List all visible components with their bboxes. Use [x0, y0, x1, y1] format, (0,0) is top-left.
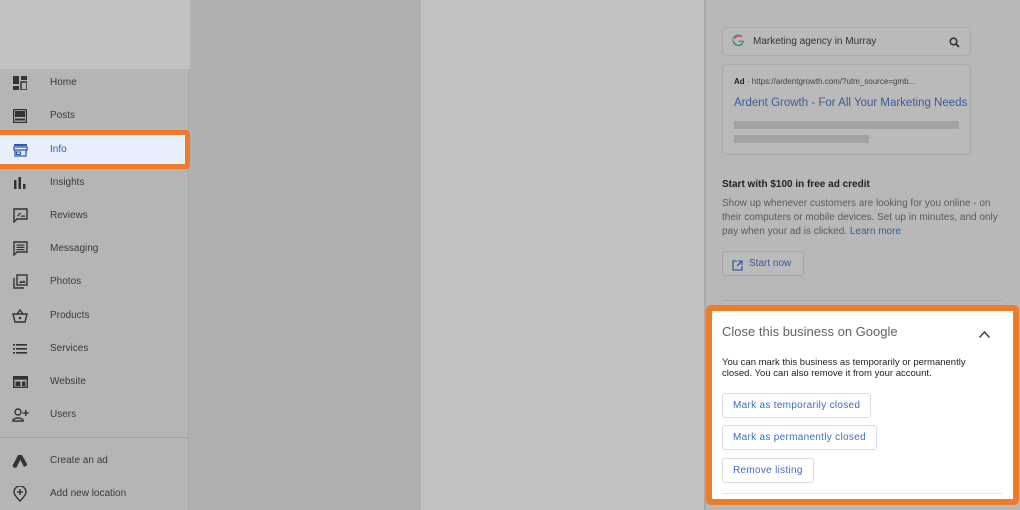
sidebar-item-label: Photos — [50, 276, 82, 287]
list-icon — [11, 340, 29, 358]
promo-title: Start with $100 in free ad credit — [722, 179, 870, 190]
open-in-new-icon — [732, 258, 743, 276]
person-add-icon — [11, 406, 29, 424]
google-g-icon — [732, 33, 745, 50]
ad-preview-search-box: Marketing agency in Murray — [722, 27, 971, 56]
sidebar-item-create-ad[interactable]: Create an ad — [0, 444, 188, 477]
dashboard-icon — [11, 74, 29, 92]
sidebar-item-label: Messaging — [50, 243, 99, 254]
start-now-label: Start now — [749, 258, 792, 269]
search-icon — [949, 35, 960, 53]
bar-chart-icon — [11, 174, 29, 192]
sidebar-item-photos[interactable]: Photos — [0, 265, 188, 298]
start-now-button[interactable]: Start now — [722, 251, 804, 276]
ad-placeholder-line — [734, 135, 869, 143]
sidebar-item-label: Posts — [50, 110, 76, 121]
sidebar-item-products[interactable]: Products — [0, 299, 188, 332]
sidebar-item-label: Insights — [50, 177, 85, 188]
side-panel-divider — [722, 300, 1002, 301]
sidebar-item-posts[interactable]: Posts — [0, 99, 188, 132]
sidebar-item-label: Create an ad — [50, 455, 108, 466]
google-ads-icon — [11, 452, 29, 470]
ad-badge: Ad — [734, 77, 745, 86]
sidebar-item-services[interactable]: Services — [0, 332, 188, 365]
sidebar-item-insights[interactable]: Insights — [0, 166, 188, 199]
close-business-title: Close this business on Google — [722, 324, 898, 339]
content-panel-secondary — [421, 0, 704, 510]
mark-temporarily-closed-button[interactable]: Mark as temporarily closed — [722, 393, 872, 418]
info-highlight-annotation — [0, 130, 190, 169]
sidebar-item-label: Products — [50, 310, 90, 321]
close-card-divider — [722, 493, 1002, 494]
content-panel-dimmed — [190, 0, 421, 510]
shopping-basket-icon — [11, 307, 29, 325]
learn-more-link[interactable]: Learn more — [850, 226, 901, 237]
sidebar-item-label: Add new location — [50, 488, 127, 499]
chevron-up-icon[interactable] — [978, 326, 991, 344]
sidebar-item-label: Reviews — [50, 210, 88, 221]
message-icon — [11, 240, 29, 258]
remove-listing-button[interactable]: Remove listing — [722, 458, 814, 483]
sidebar-item-website[interactable]: Website — [0, 365, 188, 398]
mark-permanently-closed-button[interactable]: Mark as permanently closed — [722, 425, 877, 450]
photo-library-icon — [11, 273, 29, 291]
sidebar-item-users[interactable]: Users — [0, 398, 188, 431]
rate-review-icon — [11, 207, 29, 225]
close-business-description: You can mark this business as temporaril… — [722, 357, 966, 379]
sidebar-item-home[interactable]: Home — [0, 66, 188, 99]
sidebar-item-label: Services — [50, 343, 89, 354]
sidebar-item-messaging[interactable]: Messaging — [0, 232, 188, 265]
ad-preview-url-line: Ad · https://ardentgrowth.com/?utm_sourc… — [734, 77, 916, 86]
sidebar-item-add-location[interactable]: Add new location — [0, 477, 188, 510]
sidebar-item-reviews[interactable]: Reviews — [0, 199, 188, 232]
ad-url: https://ardentgrowth.com/?utm_source=gmb… — [751, 77, 916, 86]
sidebar-item-label: Website — [50, 376, 86, 387]
add-location-icon — [11, 485, 29, 503]
ad-preview-title: Ardent Growth - For All Your Marketing N… — [734, 97, 968, 109]
sidebar-divider — [0, 437, 188, 438]
ad-preview-search-query: Marketing agency in Murray — [753, 36, 877, 47]
ad-placeholder-line — [734, 121, 959, 129]
sidebar-header — [0, 0, 191, 69]
ad-preview-card: Ad · https://ardentgrowth.com/?utm_sourc… — [722, 64, 971, 155]
sidebar-item-label: Home — [50, 77, 77, 88]
posts-icon — [11, 107, 29, 125]
web-icon — [11, 373, 29, 391]
promo-body: Show up whenever customers are looking f… — [722, 197, 1002, 239]
sidebar-item-label: Users — [50, 409, 77, 420]
